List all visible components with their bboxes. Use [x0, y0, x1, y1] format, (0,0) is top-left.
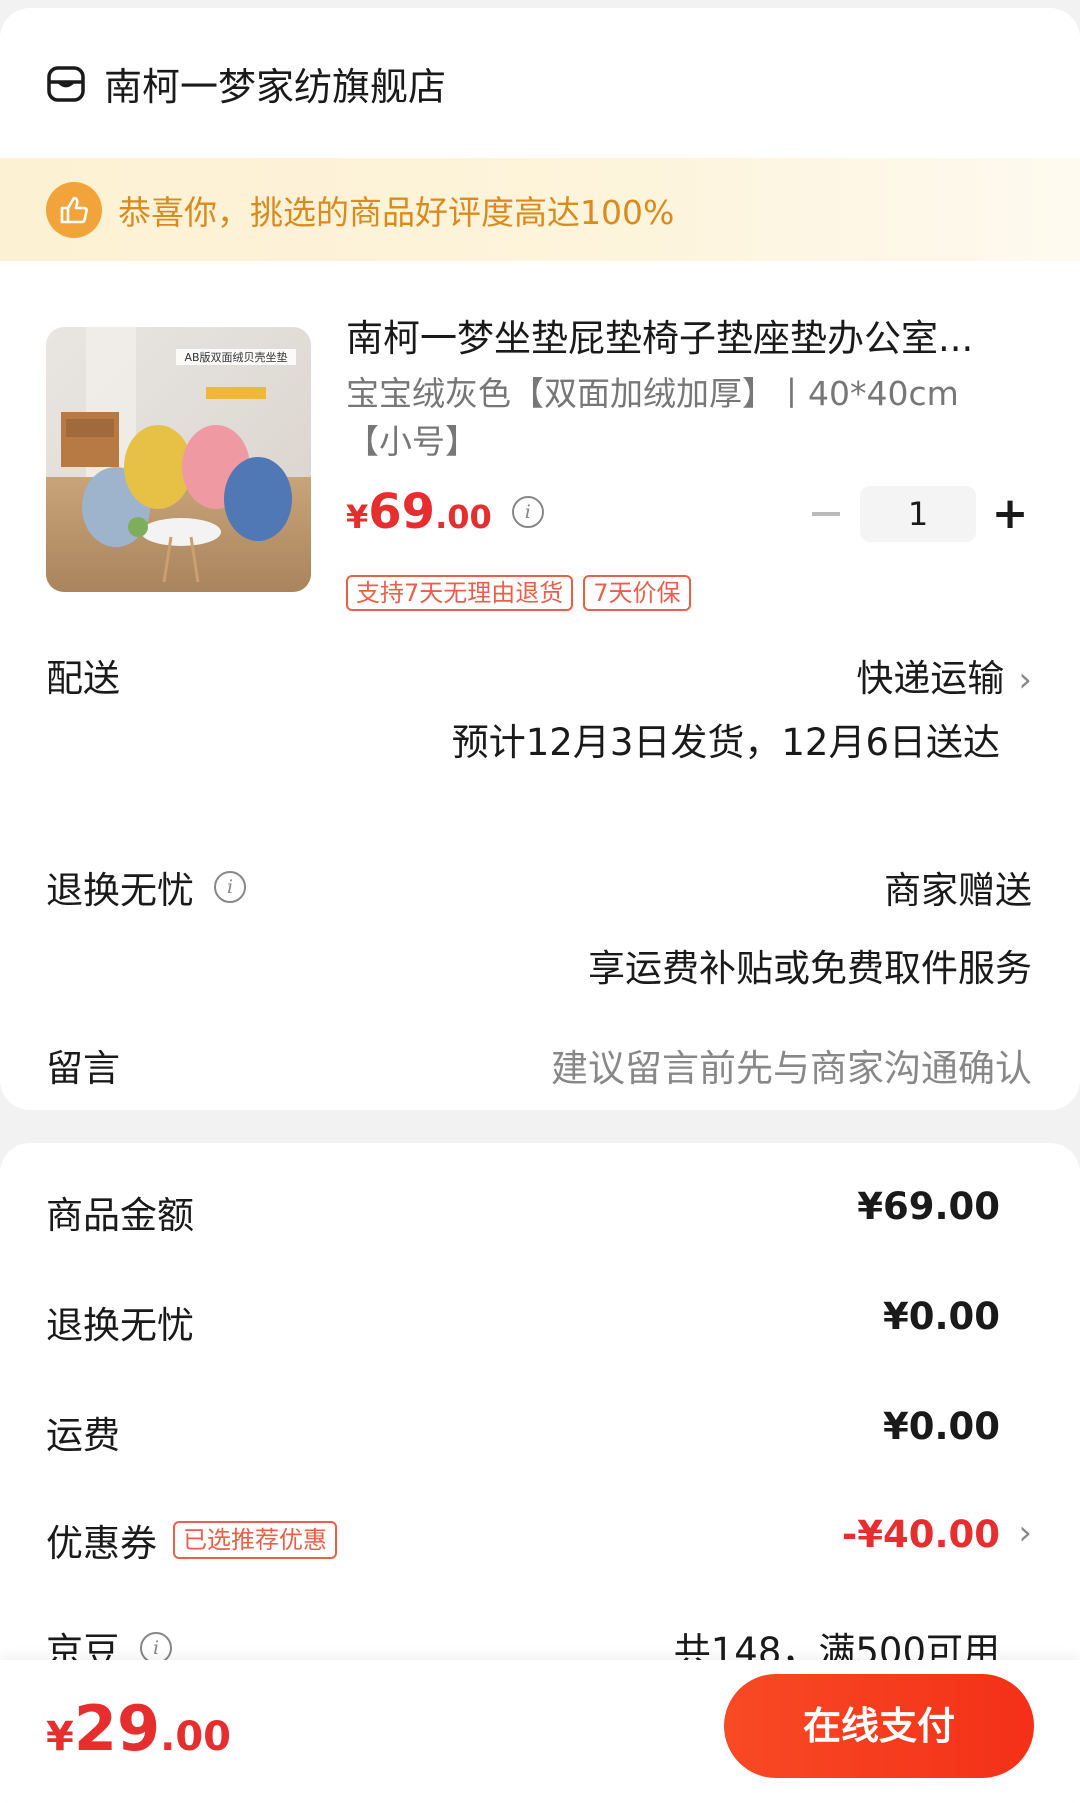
- shipping-value: ¥0.00: [882, 1405, 1000, 1448]
- store-icon: [47, 65, 85, 102]
- goods-amount-label: 商品金额: [46, 1194, 194, 1237]
- returns-fee-label: 退换无忧: [46, 1304, 194, 1347]
- delivery-label: 配送: [46, 657, 120, 700]
- rating-banner: 恭喜你，挑选的商品好评度高达100%: [0, 158, 1080, 261]
- delivery-method[interactable]: 快递运输 ›: [856, 648, 1032, 702]
- order-card: 南柯一梦家纺旗舰店 恭喜你，挑选的商品好评度高达100% AB版双面绒贝壳坐垫 …: [0, 8, 1080, 1110]
- delivery-estimate: 预计12月3日发货，12月6日送达: [451, 721, 1000, 764]
- total-integer: 29: [73, 1692, 161, 1765]
- delivery-method-text: 快递运输: [856, 657, 1005, 700]
- goods-amount-value: ¥69.00: [857, 1185, 1000, 1228]
- product-image[interactable]: AB版双面绒贝壳坐垫: [46, 327, 311, 592]
- total-price: ¥ 29 .00: [46, 1692, 231, 1765]
- message-label: 留言: [46, 1047, 120, 1090]
- quantity-value[interactable]: 1: [860, 486, 976, 542]
- tag-price-protection: 7天价保: [583, 575, 691, 611]
- coupon-value[interactable]: -¥40.00: [842, 1513, 1000, 1556]
- total-decimal: .00: [160, 1714, 231, 1760]
- returns-row-label: 退换无忧 i: [46, 860, 246, 914]
- product-tags: 支持7天无理由退货 7天价保: [346, 575, 701, 611]
- returns-fee-value: ¥0.00: [882, 1295, 1000, 1338]
- quantity-minus-button[interactable]: [812, 512, 840, 516]
- product-spec-line1: 宝宝绒灰色【双面加绒加厚】丨40*40cm: [346, 374, 959, 413]
- returns-value: 商家赠送: [884, 869, 1032, 912]
- store-header[interactable]: 南柯一梦家纺旗舰店: [46, 56, 446, 111]
- coupon-chevron-right-icon[interactable]: ›: [1018, 1513, 1032, 1553]
- store-name: 南柯一梦家纺旗舰店: [104, 65, 447, 109]
- message-input[interactable]: 建议留言前先与商家沟通确认: [551, 1038, 1032, 1092]
- price-decimal: .00: [435, 498, 492, 536]
- checkout-bar: ¥ 29 .00 在线支付: [0, 1660, 1080, 1802]
- coupon-row[interactable]: 优惠券 已选推荐优惠: [46, 1513, 337, 1567]
- tag-return-policy: 支持7天无理由退货: [346, 575, 574, 611]
- total-symbol: ¥: [46, 1714, 74, 1760]
- thumbs-up-icon: [46, 181, 102, 238]
- price-info-icon[interactable]: i: [511, 496, 544, 528]
- product-price: ¥ 69 .00 i: [346, 484, 544, 540]
- price-integer: 69: [368, 484, 436, 540]
- price-symbol: ¥: [346, 498, 369, 536]
- chevron-right-icon: ›: [1018, 660, 1032, 700]
- quantity-stepper: 1 +: [812, 486, 1030, 542]
- returns-info-icon[interactable]: i: [214, 871, 246, 903]
- banner-text: 恭喜你，挑选的商品好评度高达100%: [118, 192, 675, 232]
- returns-label: 退换无忧: [46, 869, 194, 912]
- product-title[interactable]: 南柯一梦坐垫屁垫椅子垫座垫办公室...: [346, 308, 1036, 362]
- coupon-label: 优惠券: [46, 1522, 157, 1565]
- product-image-label: AB版双面绒贝壳坐垫: [184, 350, 287, 364]
- pay-online-button[interactable]: 在线支付: [724, 1674, 1034, 1778]
- quantity-plus-button[interactable]: +: [990, 492, 1030, 536]
- product-spec-line2: 【小号】: [346, 422, 478, 461]
- product-spec[interactable]: 宝宝绒灰色【双面加绒加厚】丨40*40cm 【小号】: [346, 370, 996, 466]
- returns-desc: 享运费补贴或免费取件服务: [588, 947, 1032, 990]
- coupon-tag: 已选推荐优惠: [173, 1521, 337, 1559]
- shipping-label: 运费: [46, 1414, 120, 1457]
